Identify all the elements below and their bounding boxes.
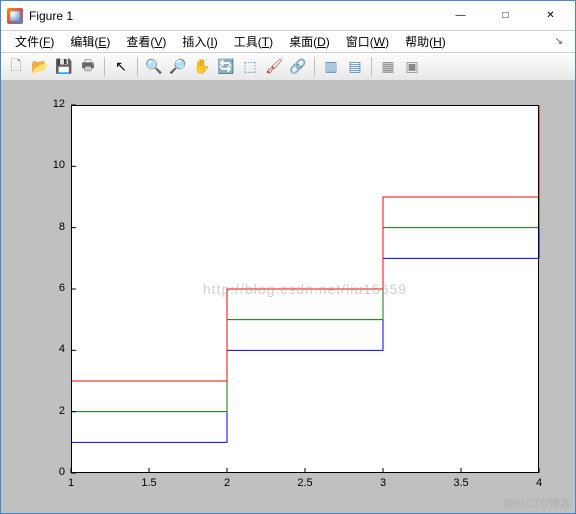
close-button[interactable]: ✕: [528, 1, 573, 30]
menu-v[interactable]: 查看(V): [118, 31, 174, 52]
xtick-label: 4: [529, 477, 549, 489]
hide-tools-icon[interactable]: ▦: [377, 56, 399, 78]
axes[interactable]: http://blog.csdn.net/liu16659 11.522.533…: [71, 105, 539, 473]
legend-icon[interactable]: ▤: [344, 56, 366, 78]
link-icon[interactable]: 🔗: [287, 56, 309, 78]
figure-window: Figure 1 — □ ✕ 文件(F)编辑(E)查看(V)插入(I)工具(T)…: [0, 0, 576, 514]
xtick-label: 3.5: [451, 477, 471, 489]
matlab-icon: [7, 8, 23, 24]
pan-icon[interactable]: ✋: [191, 56, 213, 78]
figure-area[interactable]: http://blog.csdn.net/liu16659 11.522.533…: [1, 81, 575, 513]
ytick-label: 12: [41, 98, 65, 110]
menu-f[interactable]: 文件(F): [7, 31, 62, 52]
rotate-icon[interactable]: 🔄: [215, 56, 237, 78]
toolbar-separator: [314, 57, 315, 77]
plot-svg: [71, 105, 539, 473]
print-icon[interactable]: 🖶: [77, 56, 99, 78]
menu-w[interactable]: 窗口(W): [338, 31, 397, 52]
title-bar[interactable]: Figure 1 — □ ✕: [1, 1, 575, 31]
menu-i[interactable]: 插入(I): [174, 31, 225, 52]
ytick-label: 4: [41, 343, 65, 355]
show-tools-icon[interactable]: ▣: [401, 56, 423, 78]
brush-icon[interactable]: 🖌: [263, 56, 285, 78]
zoom-in-icon[interactable]: 🔍: [143, 56, 165, 78]
open-icon[interactable]: 📂: [29, 56, 51, 78]
stairs-series-blue: [71, 105, 539, 442]
data-cursor-icon[interactable]: ⬚: [239, 56, 261, 78]
menu-e[interactable]: 编辑(E): [62, 31, 118, 52]
toolbar-separator: [137, 57, 138, 77]
menu-t[interactable]: 工具(T): [226, 31, 281, 52]
window-controls: — □ ✕: [438, 1, 573, 30]
maximize-button[interactable]: □: [483, 1, 528, 30]
left-context-text: d价etSL: [0, 1, 1, 513]
save-icon[interactable]: 💾: [53, 56, 75, 78]
menu-overflow-icon[interactable]: ↘: [549, 34, 569, 49]
xtick-label: 1.5: [139, 477, 159, 489]
menu-d[interactable]: 桌面(D): [281, 31, 338, 52]
new-figure-icon[interactable]: 🗋: [5, 56, 27, 78]
ytick-label: 6: [41, 282, 65, 294]
minimize-button[interactable]: —: [438, 1, 483, 30]
zoom-out-icon[interactable]: 🔎: [167, 56, 189, 78]
xtick-label: 2.5: [295, 477, 315, 489]
colorbar-icon[interactable]: ▥: [320, 56, 342, 78]
toolbar-separator: [104, 57, 105, 77]
window-title: Figure 1: [29, 9, 438, 23]
ytick-label: 2: [41, 405, 65, 417]
menu-h[interactable]: 帮助(H): [397, 31, 454, 52]
edit-plot-icon[interactable]: ↖: [110, 56, 132, 78]
ytick-label: 10: [41, 159, 65, 171]
ytick-label: 0: [41, 466, 65, 478]
stairs-series-red: [71, 105, 539, 381]
toolbar-separator: [371, 57, 372, 77]
ytick-label: 8: [41, 221, 65, 233]
xtick-label: 3: [373, 477, 393, 489]
menubar: 文件(F)编辑(E)查看(V)插入(I)工具(T)桌面(D)窗口(W)帮助(H)…: [1, 31, 575, 53]
toolbar: 🗋📂💾🖶 ↖ 🔍🔎✋🔄⬚🖌🔗 ▥▤ ▦▣: [1, 53, 575, 81]
xtick-label: 2: [217, 477, 237, 489]
xtick-label: 1: [61, 477, 81, 489]
